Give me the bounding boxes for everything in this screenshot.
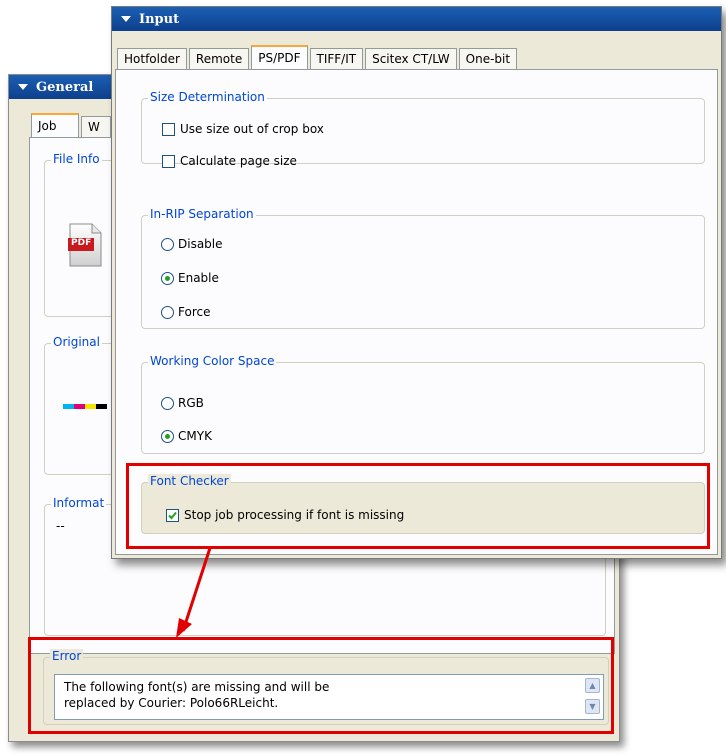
use-crop-box-checkbox[interactable] xyxy=(162,123,175,136)
radio-selected-dot xyxy=(165,434,170,439)
force-label: Force xyxy=(178,305,211,319)
general-panel-title: General xyxy=(36,79,94,95)
tab-job[interactable]: Job xyxy=(31,113,79,137)
information-legend: Informat xyxy=(51,496,107,510)
general-tab-bar: Job W xyxy=(31,113,113,137)
tab-hotfolder[interactable]: Hotfolder xyxy=(117,48,187,69)
tab-ps-pdf[interactable]: PS/PDF xyxy=(251,45,308,69)
cyan-swatch xyxy=(63,404,74,409)
file-info-legend: File Info xyxy=(51,152,102,166)
use-crop-box-label: Use size out of crop box xyxy=(180,122,324,136)
calculate-page-size-checkbox[interactable] xyxy=(162,155,175,168)
size-determination-group: Size Determination Use size out of crop … xyxy=(141,90,705,168)
rgb-radio[interactable] xyxy=(161,397,174,410)
working-color-space-group: Working Color Space RGB CMYK xyxy=(141,354,705,454)
disable-radio[interactable] xyxy=(161,238,174,251)
input-tab-bar: Hotfolder Remote PS/PDF TIFF/IT Scitex C… xyxy=(117,45,519,69)
collapse-arrow-icon[interactable] xyxy=(18,84,28,90)
cmyk-color-bar xyxy=(63,404,107,409)
font-checker-highlight-box xyxy=(126,463,710,549)
input-panel-title: Input xyxy=(139,11,180,27)
input-panel-titlebar[interactable]: Input xyxy=(112,7,721,31)
collapse-arrow-icon[interactable] xyxy=(121,16,131,22)
in-rip-separation-group: In-RIP Separation Disable Enable Force xyxy=(141,207,705,329)
pdf-icon-label: PDF xyxy=(71,238,92,248)
tab-scitex-ct-lw[interactable]: Scitex CT/LW xyxy=(365,48,457,69)
cmyk-label: CMYK xyxy=(178,429,212,443)
tab-remote[interactable]: Remote xyxy=(188,48,250,69)
pdf-file-icon: PDF xyxy=(68,223,102,267)
in-rip-separation-legend: In-RIP Separation xyxy=(148,207,256,221)
error-highlight-box xyxy=(28,637,614,734)
tab-tiff-it[interactable]: TIFF/IT xyxy=(309,48,364,69)
size-determination-legend: Size Determination xyxy=(148,90,267,104)
magenta-swatch xyxy=(74,404,85,409)
force-radio[interactable] xyxy=(161,306,174,319)
black-swatch xyxy=(96,404,107,409)
tab-one-bit[interactable]: One-bit xyxy=(458,48,518,69)
calculate-page-size-label: Calculate page size xyxy=(180,154,297,168)
enable-label: Enable xyxy=(178,271,219,285)
tab-w[interactable]: W xyxy=(81,116,111,137)
enable-radio[interactable] xyxy=(161,272,174,285)
cmyk-radio[interactable] xyxy=(161,430,174,443)
working-color-space-legend: Working Color Space xyxy=(148,354,277,368)
disable-label: Disable xyxy=(178,237,223,251)
information-value: -- xyxy=(56,519,65,533)
annotation-arrow-icon xyxy=(176,547,212,638)
original-legend: Original xyxy=(51,335,102,349)
radio-selected-dot xyxy=(165,276,170,281)
yellow-swatch xyxy=(85,404,96,409)
rgb-label: RGB xyxy=(178,396,204,410)
